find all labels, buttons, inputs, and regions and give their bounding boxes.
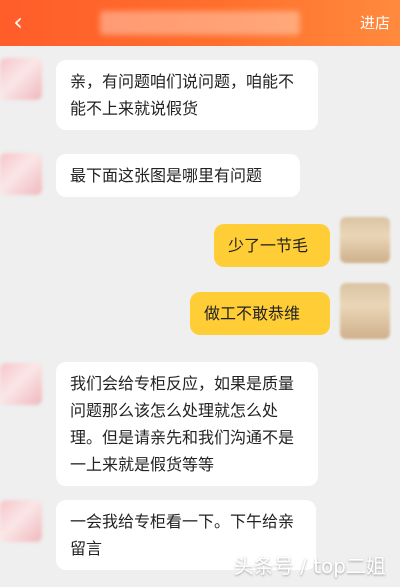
message-text: 亲，有问题咱们说问题，咱能不能不上来就说假货 <box>70 72 295 118</box>
seller-avatar[interactable] <box>0 58 42 100</box>
message-text: 少了一节毛 <box>228 236 309 255</box>
chat-header: ‹ 进店 <box>0 0 400 46</box>
watermark: 头条号 / top二姐 <box>233 554 386 578</box>
seller-avatar[interactable] <box>0 363 42 405</box>
message-bubble-seller: 亲，有问题咱们说问题，咱能不能不上来就说假货 <box>56 60 318 130</box>
seller-avatar[interactable] <box>0 500 42 542</box>
buyer-avatar[interactable] <box>340 283 390 339</box>
message-bubble-buyer: 少了一节毛 <box>214 224 330 267</box>
message-bubble-seller: 我们会给专柜反应，如果是质量问题那么该怎么处理就怎么处理。但是请亲先和我们沟通不… <box>56 362 318 486</box>
seller-avatar[interactable] <box>0 153 42 195</box>
message-bubble-buyer: 做工不敢恭维 <box>190 292 330 335</box>
message-text: 最下面这张图是哪里有问题 <box>70 166 263 185</box>
enter-store-button[interactable]: 进店 <box>360 12 390 33</box>
message-text: 做工不敢恭维 <box>204 304 301 323</box>
back-arrow-icon[interactable]: ‹ <box>6 8 30 36</box>
message-bubble-seller: 最下面这张图是哪里有问题 <box>56 154 300 197</box>
buyer-avatar[interactable] <box>340 217 390 263</box>
blurred-shop-title <box>100 11 300 35</box>
message-text: 我们会给专柜反应，如果是质量问题那么该怎么处理就怎么处理。但是请亲先和我们沟通不… <box>70 374 295 474</box>
